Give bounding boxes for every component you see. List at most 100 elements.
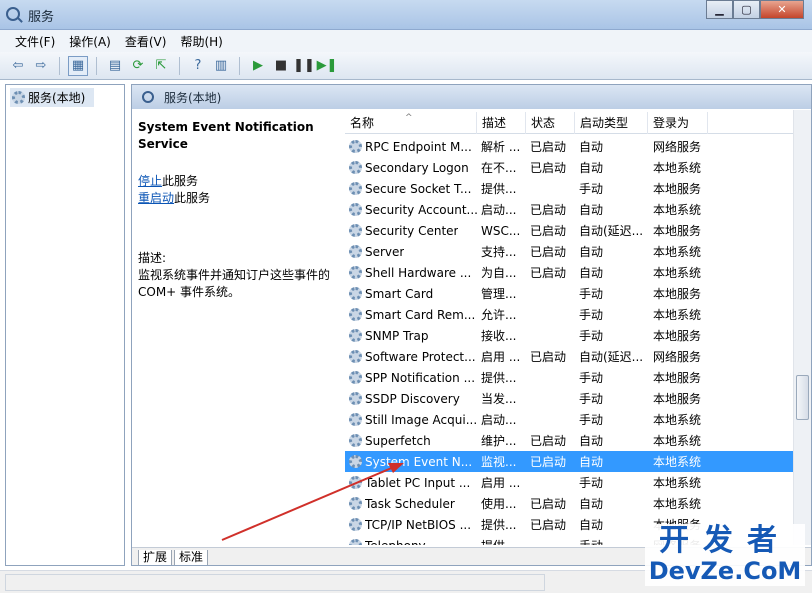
tab-standard[interactable]: 标准 — [174, 550, 209, 565]
service-startup-type: 自动 — [579, 434, 604, 448]
gear-icon — [349, 518, 362, 531]
table-row[interactable]: Software Protect... 启用 ... 已启动 自动(延迟... 网络服务 — [345, 346, 793, 367]
service-description: 提供... — [481, 182, 517, 196]
service-log-on-as: 本地服务 — [653, 182, 702, 196]
table-row[interactable]: RPC Endpoint M... 解析 ... 已启动 自动 网络服务 — [345, 136, 793, 157]
menu-view[interactable]: 查看(V) — [118, 33, 174, 50]
tree-item-services-local[interactable]: 服务(本地) — [10, 88, 94, 107]
table-row[interactable]: SNMP Trap 接收... 手动 本地服务 — [345, 325, 793, 346]
watermark-line1: 开发者 — [659, 523, 791, 558]
back-arrow-icon[interactable]: ⇦ — [8, 56, 28, 76]
service-log-on-as: 网络服务 — [653, 350, 702, 364]
service-actions: 停止此服务 重启动此服务 — [138, 173, 338, 207]
service-name-cell: TCP/IP NetBIOS ... — [345, 518, 477, 532]
window-title: 服务 — [28, 10, 55, 25]
service-name: System Event N... — [365, 454, 473, 469]
help-icon[interactable]: ? — [188, 56, 208, 76]
service-startup-type: 手动 — [579, 308, 604, 322]
forward-arrow-icon[interactable]: ⇨ — [31, 56, 51, 76]
toolbar-divider — [179, 56, 180, 75]
table-row[interactable]: Secure Socket T... 提供... 手动 本地服务 — [345, 178, 793, 199]
tab-extended[interactable]: 扩展 — [138, 550, 173, 565]
table-row[interactable]: Superfetch 维护... 已启动 自动 本地系统 — [345, 430, 793, 451]
service-description: 启用 ... — [481, 476, 521, 490]
table-row[interactable]: Security Account... 启动... 已启动 自动 本地系统 — [345, 199, 793, 220]
service-startup-type: 手动 — [579, 392, 604, 406]
show-hide-view-icon[interactable]: ▥ — [211, 56, 231, 76]
service-name: Smart Card — [365, 286, 434, 301]
table-row[interactable]: Security Center WSC... 已启动 自动(延迟... 本地服务 — [345, 220, 793, 241]
table-row[interactable]: Server 支持... 已启动 自动 本地系统 — [345, 241, 793, 262]
service-name-cell: SPP Notification ... — [345, 371, 477, 385]
scrollbar-thumb[interactable] — [796, 375, 809, 420]
service-log-on-as: 本地系统 — [653, 161, 702, 175]
service-status: 已启动 — [530, 140, 567, 154]
gear-icon — [349, 392, 362, 405]
table-row[interactable]: Still Image Acqui... 启动... 手动 本地系统 — [345, 409, 793, 430]
service-name-cell: SNMP Trap — [345, 329, 477, 343]
gear-icon — [349, 476, 362, 489]
gear-icon — [349, 350, 362, 363]
stop-service-icon[interactable]: ■ — [271, 56, 291, 76]
table-row[interactable]: Tablet PC Input ... 启用 ... 手动 本地系统 — [345, 472, 793, 493]
service-log-on-as: 本地服务 — [653, 224, 702, 238]
service-startup-type: 自动 — [579, 140, 604, 154]
menu-action[interactable]: 操作(A) — [62, 33, 118, 50]
service-name: Still Image Acqui... — [365, 412, 477, 427]
close-button[interactable]: ✕ — [760, 0, 804, 19]
export-list-icon[interactable]: ⇱ — [151, 56, 171, 76]
watermark-line2: DevZe.CoM — [648, 557, 802, 585]
console-tree-icon[interactable]: ▦ — [68, 55, 88, 76]
minimize-button[interactable]: ▁ — [706, 0, 733, 19]
table-row[interactable]: Secondary Logon 在不... 已启动 自动 本地系统 — [345, 157, 793, 178]
gear-icon — [349, 539, 362, 545]
service-status: 已启动 — [530, 518, 567, 532]
stop-service-link[interactable]: 停止 — [138, 174, 162, 188]
column-header-name[interactable]: 名称 ^ — [345, 112, 477, 134]
service-log-on-as: 网络服务 — [653, 140, 702, 154]
refresh-icon[interactable]: ⟳ — [128, 56, 148, 76]
service-log-on-as: 本地系统 — [653, 308, 702, 322]
start-service-icon[interactable]: ▶ — [248, 56, 268, 76]
table-row[interactable]: Smart Card 管理... 手动 本地服务 — [345, 283, 793, 304]
watermark-logo: 开发者 DevZe.CoM — [645, 524, 805, 586]
service-name: SNMP Trap — [365, 328, 429, 343]
gear-icon — [349, 203, 362, 216]
restart-service-icon[interactable]: ▶❚ — [317, 56, 338, 76]
service-name: Secondary Logon — [365, 160, 469, 175]
column-header-status[interactable]: 状态 — [526, 112, 575, 134]
table-row[interactable]: System Event N... 监视... 已启动 自动 本地系统 — [345, 451, 793, 472]
service-name: Secure Socket T... — [365, 181, 472, 196]
table-row[interactable]: Shell Hardware ... 为自... 已启动 自动 本地系统 — [345, 262, 793, 283]
gear-icon — [349, 413, 362, 426]
menu-bar: 文件(F) 操作(A) 查看(V) 帮助(H) — [0, 30, 812, 52]
restart-service-link[interactable]: 重启动 — [138, 191, 174, 205]
table-row[interactable]: SPP Notification ... 提供... 手动 本地服务 — [345, 367, 793, 388]
menu-help[interactable]: 帮助(H) — [173, 33, 229, 50]
table-row[interactable]: Smart Card Rem... 允许... 手动 本地系统 — [345, 304, 793, 325]
service-name: Telephony — [365, 539, 426, 546]
service-startup-type: 手动 — [579, 371, 604, 385]
properties-icon[interactable]: ▤ — [105, 56, 125, 76]
table-row[interactable]: Task Scheduler 使用... 已启动 自动 本地系统 — [345, 493, 793, 514]
service-name: Software Protect... — [365, 349, 476, 364]
restart-link-suffix: 此服务 — [174, 191, 211, 205]
service-startup-type: 手动 — [579, 476, 604, 490]
service-status: 已启动 — [530, 266, 567, 280]
service-name-cell: Secondary Logon — [345, 161, 477, 175]
column-header-log-on-as[interactable]: 登录为 — [648, 112, 708, 134]
column-header-description[interactable]: 描述 — [477, 112, 526, 134]
column-header-startup-type[interactable]: 启动类型 — [575, 112, 648, 134]
pause-service-icon[interactable]: ❚❚ — [293, 56, 315, 76]
service-description: 提供... — [481, 518, 517, 532]
service-startup-type: 手动 — [579, 287, 604, 301]
service-rows: RPC Endpoint M... 解析 ... 已启动 自动 网络服务 Secondar… — [345, 136, 793, 545]
service-log-on-as: 本地系统 — [653, 245, 702, 259]
maximize-button[interactable]: ▢ — [733, 0, 760, 19]
service-description: 允许... — [481, 308, 517, 322]
vertical-scrollbar[interactable] — [793, 110, 811, 545]
menu-file[interactable]: 文件(F) — [8, 33, 62, 50]
column-name-label: 名称 — [350, 116, 375, 130]
table-row[interactable]: SSDP Discovery 当发... 手动 本地服务 — [345, 388, 793, 409]
service-log-on-as: 本地系统 — [653, 203, 702, 217]
